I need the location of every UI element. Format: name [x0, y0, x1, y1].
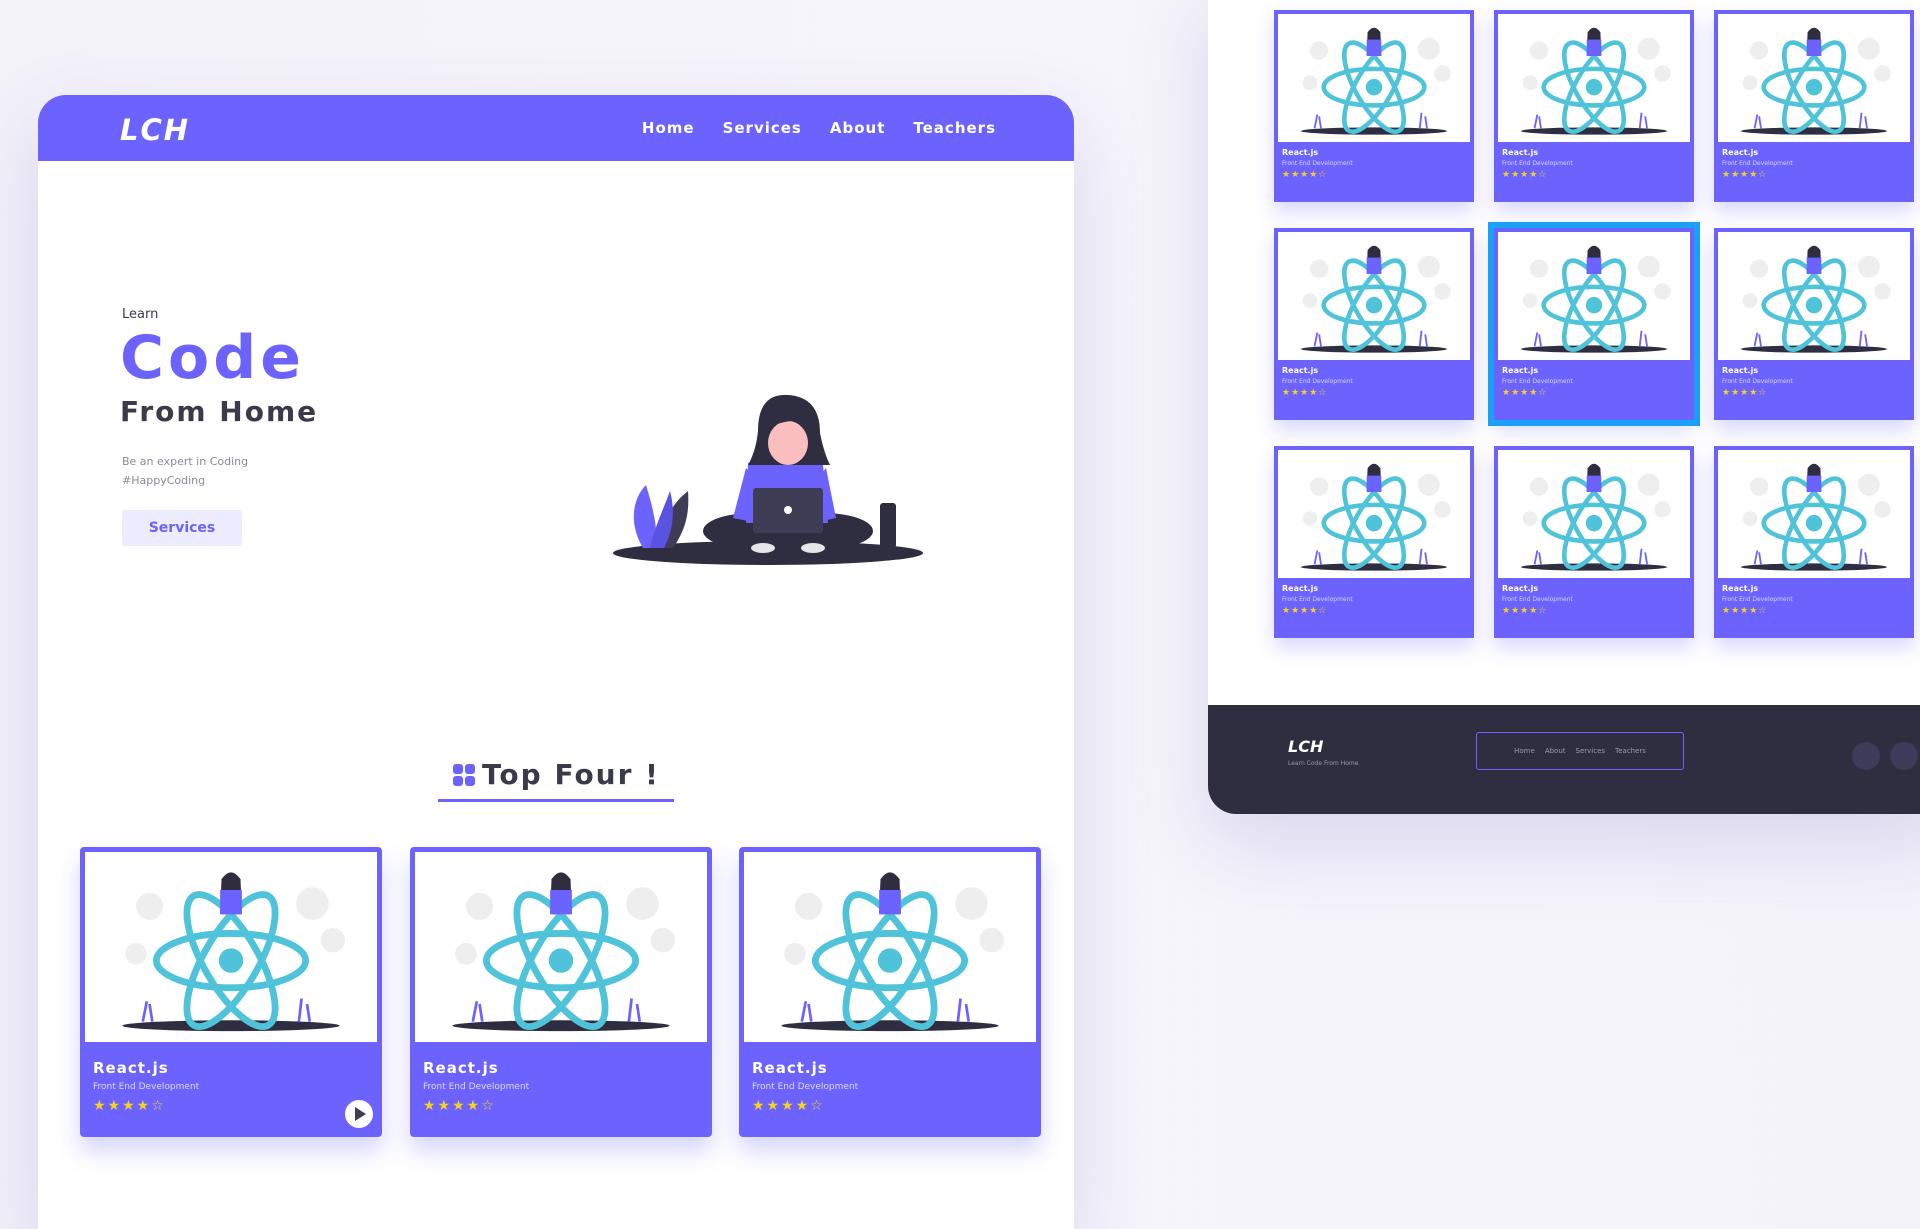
- footer-nav: Home About Services Teachers: [1476, 732, 1684, 770]
- footer-link-teachers[interactable]: Teachers: [1615, 747, 1646, 755]
- course-card[interactable]: React.js Front End Development ★★★★☆: [1274, 10, 1474, 202]
- course-card[interactable]: React.js Front End Development ★★★★☆: [1714, 446, 1914, 638]
- react-atom-icon: [85, 852, 377, 1042]
- course-name: React.js: [1722, 584, 1759, 593]
- course-rating: ★★★★☆: [93, 1098, 166, 1114]
- course-card[interactable]: React.js Front End Development ★★★★☆: [1274, 446, 1474, 638]
- course-subtitle: Front End Development: [1282, 160, 1353, 167]
- courses-page-mockup: React.js Front End Development ★★★★☆ React.…: [1208, 0, 1920, 814]
- course-card[interactable]: React.js Front End Development ★★★★☆: [1274, 228, 1474, 420]
- react-atom-icon: [1278, 450, 1470, 578]
- section-title: Top Four !: [482, 758, 660, 791]
- react-atom-icon: [1498, 232, 1690, 360]
- course-subtitle: Front End Development: [1722, 596, 1793, 603]
- react-atom-icon: [1718, 14, 1910, 142]
- course-card[interactable]: React.js Front End Development ★★★★☆: [1494, 10, 1694, 202]
- hero-title: Code: [120, 323, 305, 393]
- course-rating: ★★★★☆: [423, 1098, 496, 1114]
- course-rating: ★★★★☆: [752, 1098, 825, 1114]
- services-button[interactable]: Services: [122, 510, 242, 546]
- course-subtitle: Front End Development: [1502, 596, 1573, 603]
- navbar: LCH Home Services About Teachers: [38, 95, 1074, 161]
- react-atom-icon: [1278, 14, 1470, 142]
- react-atom-icon: [1718, 450, 1910, 578]
- course-card[interactable]: React.js Front End Development ★★★★☆: [1714, 10, 1914, 202]
- course-rating: ★★★★☆: [1722, 170, 1768, 180]
- hero-kicker: Learn: [122, 307, 159, 322]
- landing-page-mockup: LCH Home Services About Teachers Learn C…: [38, 95, 1074, 1229]
- course-name: React.js: [1282, 366, 1319, 375]
- course-subtitle: Front End Development: [1282, 596, 1353, 603]
- footer-link-about[interactable]: About: [1545, 747, 1566, 755]
- course-subtitle: Front End Development: [1722, 378, 1793, 385]
- grid-icon: [453, 764, 476, 786]
- course-name: React.js: [1502, 148, 1539, 157]
- nav-link-services[interactable]: Services: [723, 119, 802, 137]
- course-rating: ★★★★☆: [1502, 606, 1548, 616]
- course-card[interactable]: React.js Front End Development ★★★★☆: [80, 847, 382, 1137]
- course-rating: ★★★★☆: [1722, 606, 1768, 616]
- nav-link-teachers[interactable]: Teachers: [913, 119, 996, 137]
- react-atom-icon: [1498, 14, 1690, 142]
- play-icon[interactable]: [342, 1097, 376, 1131]
- course-rating: ★★★★☆: [1502, 170, 1548, 180]
- footer-link-services[interactable]: Services: [1576, 747, 1606, 755]
- footer: LCH Learn Code From Home Home About Serv…: [1208, 705, 1920, 814]
- hero-subtitle: From Home: [120, 395, 319, 428]
- course-subtitle: Front End Development: [1282, 378, 1353, 385]
- nav-link-about[interactable]: About: [830, 119, 886, 137]
- course-rating: ★★★★☆: [1282, 606, 1328, 616]
- course-subtitle: Front End Development: [1502, 160, 1573, 167]
- social-icon[interactable]: [1852, 742, 1880, 770]
- course-name: React.js: [1502, 366, 1539, 375]
- course-subtitle: Front End Development: [423, 1082, 530, 1092]
- hero-description-line-2: #HappyCoding: [122, 474, 206, 487]
- react-atom-icon: [1718, 232, 1910, 360]
- nav-links: Home Services About Teachers: [642, 119, 996, 137]
- course-name: React.js: [1722, 148, 1759, 157]
- course-card-selected[interactable]: React.js Front End Development ★★★★☆: [1488, 222, 1700, 426]
- course-card[interactable]: React.js Front End Development ★★★★☆: [739, 847, 1041, 1137]
- course-subtitle: Front End Development: [93, 1082, 200, 1092]
- girl-laptop-illustration: [613, 394, 923, 565]
- course-rating: ★★★★☆: [1502, 388, 1548, 398]
- course-name: React.js: [752, 1059, 828, 1077]
- course-card[interactable]: React.js Front End Development ★★★★☆: [410, 847, 712, 1137]
- course-subtitle: Front End Development: [1502, 378, 1573, 385]
- react-atom-icon: [415, 852, 707, 1042]
- footer-tagline: Learn Code From Home: [1288, 760, 1359, 767]
- course-name: React.js: [93, 1059, 169, 1077]
- react-atom-icon: [1278, 232, 1470, 360]
- hero-description-line-1: Be an expert in Coding: [122, 455, 249, 468]
- course-rating: ★★★★☆: [1282, 388, 1328, 398]
- social-icon[interactable]: [1890, 742, 1918, 770]
- course-rating: ★★★★☆: [1722, 388, 1768, 398]
- course-name: React.js: [1282, 148, 1319, 157]
- course-name: React.js: [1282, 584, 1319, 593]
- section-heading: Top Four !: [38, 758, 1074, 802]
- footer-link-home[interactable]: Home: [1514, 747, 1535, 755]
- react-atom-icon: [744, 852, 1036, 1042]
- react-atom-icon: [1498, 450, 1690, 578]
- course-rating: ★★★★☆: [1282, 170, 1328, 180]
- course-subtitle: Front End Development: [752, 1082, 859, 1092]
- footer-logo[interactable]: LCH: [1288, 737, 1323, 756]
- logo[interactable]: LCH: [120, 113, 190, 147]
- course-name: React.js: [1502, 584, 1539, 593]
- course-name: React.js: [423, 1059, 499, 1077]
- course-name: React.js: [1722, 366, 1759, 375]
- course-subtitle: Front End Development: [1722, 160, 1793, 167]
- course-card[interactable]: React.js Front End Development ★★★★☆: [1714, 228, 1914, 420]
- nav-link-home[interactable]: Home: [642, 119, 695, 137]
- course-card[interactable]: React.js Front End Development ★★★★☆: [1494, 446, 1694, 638]
